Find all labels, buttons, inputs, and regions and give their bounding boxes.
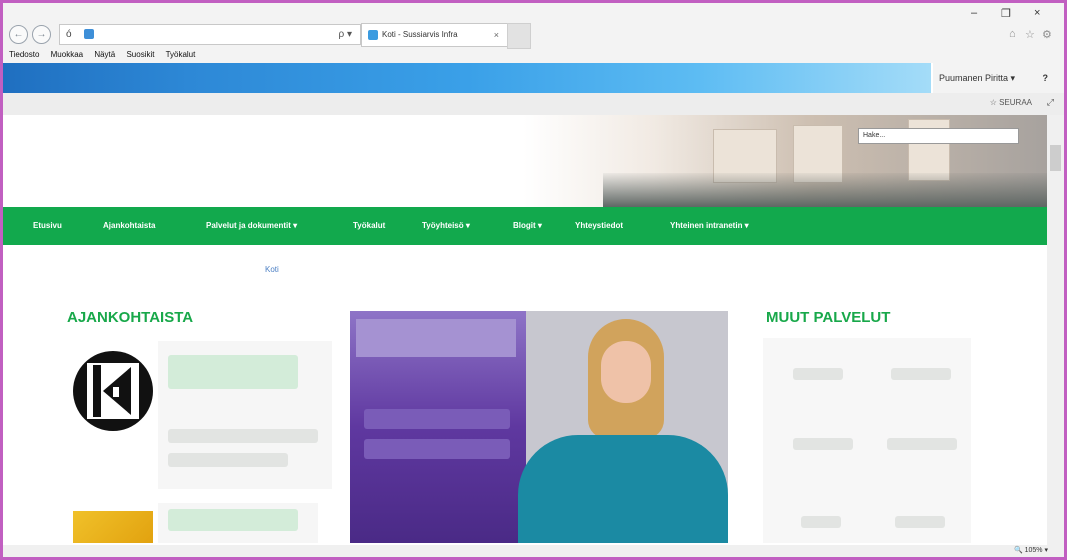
banner-trees bbox=[603, 173, 1047, 207]
nav-item-tools[interactable]: Työkalut bbox=[353, 207, 385, 245]
news-text-blur bbox=[168, 429, 318, 443]
scrollbar-thumb[interactable] bbox=[1050, 145, 1061, 171]
nav-item-blogs[interactable]: Blogit ▾ bbox=[513, 207, 542, 245]
service-link-blur[interactable] bbox=[801, 516, 841, 528]
zoom-control[interactable]: 🔍 105% ▾ bbox=[1014, 546, 1048, 554]
user-name[interactable]: Puumanen Piritta ▾ bbox=[939, 63, 1015, 93]
favorites-star-icon[interactable]: ☆ bbox=[1025, 28, 1035, 41]
video-player[interactable] bbox=[350, 311, 728, 543]
nav-item-contacts[interactable]: Yhteystiedot bbox=[575, 207, 623, 245]
page-scrollbar[interactable] bbox=[1047, 115, 1064, 545]
suite-bar bbox=[3, 63, 931, 93]
address-bar[interactable]: ó ρ ▾ bbox=[59, 24, 361, 45]
zoom-value: 105% bbox=[1024, 547, 1043, 554]
close-window-button[interactable]: × bbox=[1034, 7, 1040, 19]
service-link-blur[interactable] bbox=[891, 368, 951, 380]
news-text-blur bbox=[168, 453, 288, 467]
nav-item-community[interactable]: Työyhteisö ▾ bbox=[422, 207, 470, 245]
home-icon[interactable]: ⌂ bbox=[1009, 28, 1016, 40]
news-title-blur bbox=[168, 355, 298, 389]
service-link-blur[interactable] bbox=[793, 368, 843, 380]
presenter-body bbox=[518, 435, 728, 543]
tab-close-icon[interactable]: × bbox=[494, 24, 499, 46]
forward-arrow-icon: → bbox=[36, 29, 47, 40]
menu-item-tools[interactable]: Työkalut bbox=[166, 50, 196, 59]
presenter-face bbox=[601, 341, 651, 403]
follow-button[interactable]: ☆ SEURAA bbox=[990, 98, 1032, 107]
restore-button[interactable]: ❐ bbox=[1001, 7, 1011, 20]
news-item-blurred[interactable] bbox=[158, 503, 318, 543]
nav-item-home[interactable]: Etusivu bbox=[33, 207, 62, 245]
service-link-blur[interactable] bbox=[895, 516, 945, 528]
menu-item-favorites[interactable]: Suosikit bbox=[126, 50, 154, 59]
menu-bar: Tiedosto Muokkaa Näytä Suosikit Työkalut bbox=[9, 50, 204, 59]
menu-item-file[interactable]: Tiedosto bbox=[9, 50, 39, 59]
service-link-blur[interactable] bbox=[793, 438, 853, 450]
news-item-blurred[interactable] bbox=[158, 341, 332, 489]
browser-tab-active[interactable]: Koti - Sussiarvis Infra × bbox=[361, 23, 508, 47]
video-text-blur bbox=[364, 439, 510, 459]
menu-item-view[interactable]: Näytä bbox=[94, 50, 115, 59]
site-favicon-icon bbox=[84, 29, 94, 39]
follow-label: SEURAA bbox=[999, 98, 1032, 107]
browser-chrome: ← → ó ρ ▾ Koti - Sussiarvis Infra × – ❐ … bbox=[3, 3, 1064, 63]
breadcrumb[interactable]: Koti bbox=[265, 265, 279, 274]
news-thumbnail[interactable] bbox=[73, 511, 153, 543]
site-banner: Hake... bbox=[3, 115, 1047, 207]
new-tab-button[interactable] bbox=[507, 23, 531, 49]
back-arrow-icon: ← bbox=[13, 29, 24, 40]
user-menu[interactable]: Puumanen Piritta ▾ ? bbox=[933, 63, 1064, 93]
nav-item-news[interactable]: Ajankohtaista bbox=[103, 207, 155, 245]
tab-favicon-icon bbox=[368, 30, 378, 40]
video-overlay-strip bbox=[356, 319, 516, 357]
status-bar: 🔍 105% ▾ bbox=[3, 545, 1064, 557]
news-heading: AJANKOHTAISTA bbox=[67, 309, 194, 326]
services-heading: MUUT PALVELUT bbox=[766, 309, 891, 326]
back-button[interactable]: ← bbox=[9, 25, 28, 44]
nav-item-shared-intranet[interactable]: Yhteinen intranetin ▾ bbox=[670, 207, 749, 245]
help-icon[interactable]: ? bbox=[1043, 63, 1049, 93]
browser-window: ← → ó ρ ▾ Koti - Sussiarvis Infra × – ❐ … bbox=[0, 0, 1067, 560]
search-dropdown-icon[interactable]: ρ ▾ bbox=[339, 25, 353, 44]
minimize-button[interactable]: – bbox=[971, 7, 977, 19]
news-logo-image[interactable] bbox=[73, 351, 153, 431]
logo-mark-icon bbox=[87, 363, 139, 419]
service-link-blur[interactable] bbox=[887, 438, 957, 450]
news-title-blur bbox=[168, 509, 298, 531]
tab-title: Koti - Sussiarvis Infra bbox=[382, 30, 458, 39]
top-navigation: Etusivu Ajankohtaista Palvelut ja dokume… bbox=[3, 207, 1047, 245]
ribbon-subbar: ☆ SEURAA ⤢ bbox=[3, 93, 1064, 115]
focus-on-content-icon[interactable]: ⤢ bbox=[1047, 97, 1054, 108]
services-panel bbox=[763, 338, 971, 543]
forward-button[interactable]: → bbox=[32, 25, 51, 44]
site-search-input[interactable]: Hake... bbox=[858, 128, 1019, 144]
menu-item-edit[interactable]: Muokkaa bbox=[51, 50, 83, 59]
video-text-blur bbox=[364, 409, 510, 429]
nav-item-services[interactable]: Palvelut ja dokumentit ▾ bbox=[206, 207, 297, 245]
address-text: ó bbox=[66, 29, 72, 40]
settings-gear-icon[interactable]: ⚙ bbox=[1042, 28, 1052, 41]
